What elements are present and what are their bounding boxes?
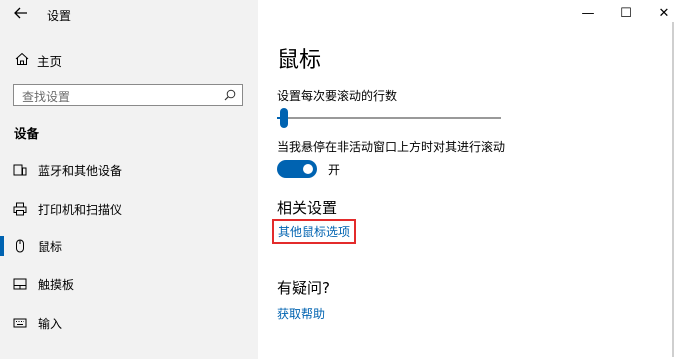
touchpad-icon — [13, 278, 27, 290]
sidebar-item-label: 主页 — [37, 54, 63, 69]
related-settings-title: 相关设置 — [277, 199, 338, 217]
search-placeholder: 查找设置 — [22, 90, 71, 104]
sidebar-item-label: 打印机和扫描仪 — [38, 203, 123, 217]
sidebar-item-label: 鼠标 — [38, 240, 63, 254]
search-icon[interactable] — [224, 89, 236, 101]
slider-track — [277, 117, 501, 119]
scrollbar[interactable] — [672, 22, 674, 357]
bluetooth-devices-icon — [13, 164, 27, 176]
scroll-lines-label: 设置每次要滚动的行数 — [277, 89, 398, 103]
inactive-scroll-label: 当我悬停在非活动窗口上方时对其进行滚动 — [277, 140, 506, 154]
slider-thumb[interactable] — [279, 108, 288, 128]
get-help-link[interactable]: 获取帮助 — [277, 305, 325, 322]
maximize-button[interactable]: ☐ — [616, 4, 636, 22]
active-indicator — [0, 236, 4, 256]
sidebar-item-label: 触摸板 — [38, 278, 75, 292]
scroll-lines-slider[interactable] — [277, 108, 501, 128]
inactive-scroll-toggle[interactable] — [277, 160, 317, 178]
sidebar-item-typing[interactable]: 输入 — [0, 310, 258, 336]
main-content: — ☐ ✕ 鼠标 设置每次要滚动的行数 当我悬停在非活动窗口上方时对其进行滚动 … — [258, 0, 682, 359]
toggle-state-label: 开 — [328, 163, 341, 177]
sidebar-item-label: 蓝牙和其他设备 — [38, 164, 123, 178]
back-button[interactable] — [12, 4, 30, 22]
app-title: 设置 — [47, 9, 72, 23]
sidebar-item-touchpad[interactable]: 触摸板 — [0, 271, 258, 297]
sidebar: 设置 主页 查找设置 设备 蓝牙和其他设备 打印机和扫描仪 鼠标 触摸板 输入 — [0, 0, 258, 359]
sidebar-item-printers[interactable]: 打印机和扫描仪 — [0, 196, 258, 222]
page-title: 鼠标 — [277, 48, 322, 73]
close-button[interactable]: ✕ — [654, 4, 674, 22]
sidebar-item-bluetooth[interactable]: 蓝牙和其他设备 — [0, 157, 258, 183]
question-title: 有疑问? — [277, 279, 330, 297]
sidebar-item-label: 输入 — [38, 317, 63, 331]
sidebar-item-mouse[interactable]: 鼠标 — [0, 233, 258, 259]
additional-mouse-options-link[interactable]: 其他鼠标选项 — [272, 219, 357, 244]
search-input[interactable]: 查找设置 — [13, 84, 243, 106]
sidebar-item-home[interactable]: 主页 — [0, 48, 258, 70]
toggle-knob — [303, 164, 313, 174]
home-icon — [15, 52, 29, 65]
keyboard-icon — [13, 318, 27, 328]
section-title: 设备 — [14, 126, 40, 141]
back-arrow-icon — [14, 7, 27, 19]
printer-icon — [13, 202, 27, 216]
minimize-button[interactable]: — — [578, 4, 598, 22]
mouse-icon — [16, 239, 24, 253]
